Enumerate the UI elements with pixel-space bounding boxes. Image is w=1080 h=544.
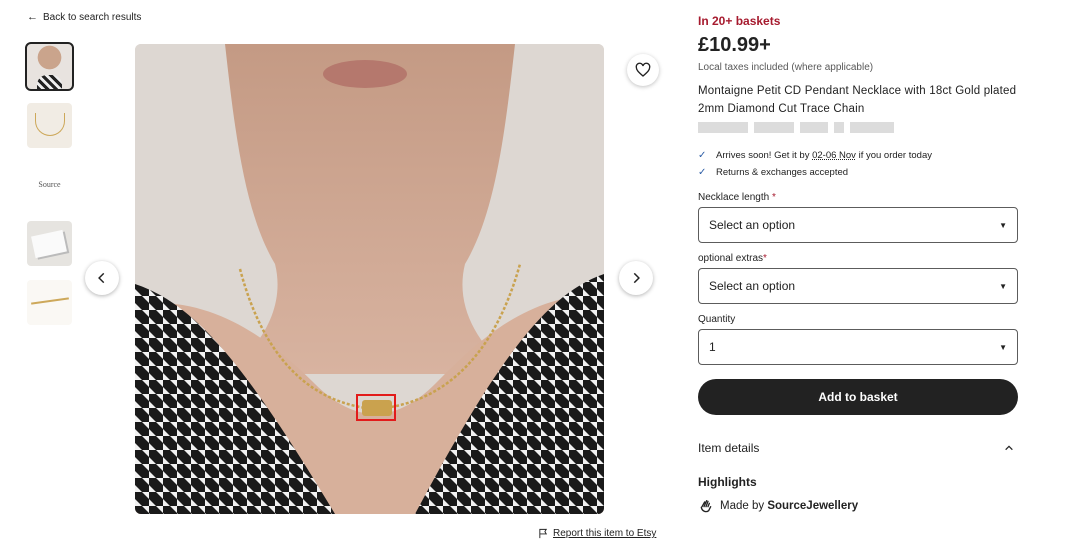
thumbnail-1[interactable] (25, 42, 74, 91)
made-by-row: Made by SourceJewellery (698, 498, 1018, 514)
baskets-badge: In 20+ baskets (698, 14, 781, 28)
main-product-image (135, 44, 604, 514)
item-details-label: Item details (698, 441, 760, 455)
perk-delivery-text: Arrives soon! Get it by 02-06 Nov if you… (716, 150, 932, 161)
heart-icon (635, 62, 651, 77)
previous-image-button[interactable] (85, 261, 119, 295)
check-icon: ✓ (698, 167, 707, 178)
tax-note: Local taxes included (where applicable) (698, 62, 874, 73)
optional-extras-select[interactable]: Select an option ▼ (698, 268, 1018, 304)
highlights-heading: Highlights (698, 475, 757, 489)
favorite-button[interactable] (627, 54, 659, 86)
next-image-button[interactable] (619, 261, 653, 295)
necklace-length-select[interactable]: Select an option ▼ (698, 207, 1018, 243)
thumbnail-2[interactable] (27, 103, 72, 148)
report-item-link[interactable]: Report this item to Etsy (538, 528, 656, 539)
back-to-search-link[interactable]: ← Back to search results (27, 11, 142, 24)
item-details-toggle[interactable]: Item details (698, 441, 1018, 455)
report-link-label: Report this item to Etsy (553, 528, 657, 539)
quantity-select[interactable]: 1 ▼ (698, 329, 1018, 365)
thumbnail-3-text: Source (38, 180, 61, 189)
product-title: Montaigne Petit CD Pendant Necklace with… (698, 85, 1017, 115)
chevron-up-icon (1005, 445, 1013, 451)
perks-list: ✓ Arrives soon! Get it by 02-06 Nov if y… (698, 150, 1018, 178)
flag-icon (539, 528, 548, 539)
arrow-left-icon: ← (27, 11, 38, 23)
optional-extras-label: optional extras* (698, 253, 767, 264)
optional-extras-value: Select an option (709, 279, 796, 293)
caret-down-icon: ▼ (999, 281, 1007, 291)
redacted-shop-info (698, 122, 1018, 134)
perk-returns: ✓ Returns & exchanges accepted (698, 167, 1018, 178)
thumbnail-3[interactable]: Source (27, 162, 72, 207)
back-link-label: Back to search results (43, 12, 142, 23)
add-to-basket-button[interactable]: Add to basket (698, 379, 1018, 415)
shop-name-link[interactable]: SourceJewellery (767, 500, 858, 512)
quantity-value: 1 (709, 340, 716, 354)
chevron-right-icon (633, 272, 640, 284)
product-info-panel: In 20+ baskets £10.99+ Local taxes inclu… (698, 14, 1018, 514)
thumbnail-4[interactable] (27, 221, 72, 266)
check-icon: ✓ (698, 150, 707, 161)
hand-wave-icon (700, 500, 712, 513)
necklace-length-value: Select an option (709, 218, 796, 232)
perk-delivery: ✓ Arrives soon! Get it by 02-06 Nov if y… (698, 150, 1018, 161)
caret-down-icon: ▼ (999, 220, 1007, 230)
perk-returns-text: Returns & exchanges accepted (716, 167, 849, 178)
made-by-text: Made by SourceJewellery (720, 500, 859, 512)
thumbnail-5[interactable] (27, 280, 72, 325)
necklace-length-label: Necklace length * (698, 192, 776, 203)
chevron-left-icon (98, 272, 105, 284)
caret-down-icon: ▼ (999, 342, 1007, 352)
price: £10.99+ (698, 34, 771, 56)
thumbnail-strip: Source (25, 42, 74, 339)
quantity-label: Quantity (698, 314, 736, 325)
